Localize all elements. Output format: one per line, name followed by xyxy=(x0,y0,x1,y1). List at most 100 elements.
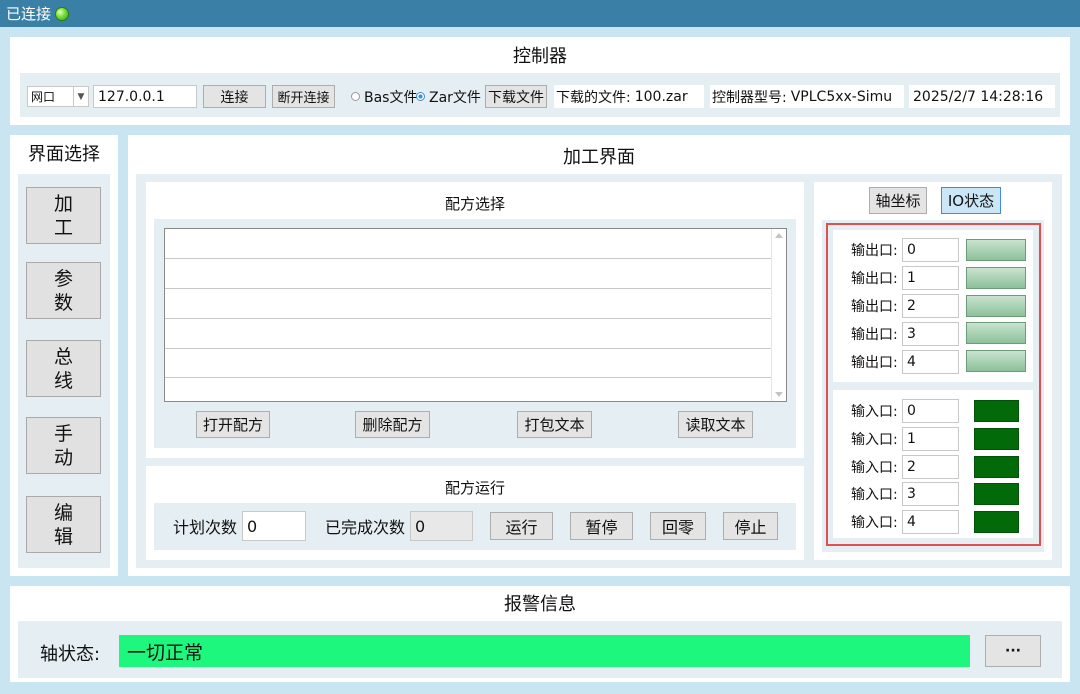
connection-led-icon xyxy=(55,6,70,21)
completed-count-label: 已完成次数 xyxy=(325,518,406,537)
controller-title: 控制器 xyxy=(513,46,567,67)
stop-button[interactable]: 停止 xyxy=(723,512,778,540)
output-label: 输出口: xyxy=(851,271,898,287)
sidebar-item-edit[interactable]: 编 辑 xyxy=(26,496,101,553)
completed-count-field: 0 xyxy=(410,511,473,541)
output-indicator xyxy=(966,350,1026,372)
input-indicator xyxy=(974,483,1019,505)
tab-axis-coords[interactable]: 轴坐标 xyxy=(869,187,927,214)
recipe-select-title: 配方选择 xyxy=(444,194,505,213)
tab-io-status[interactable]: IO状态 xyxy=(941,187,1001,214)
output-value: 0 xyxy=(902,238,959,262)
pack-text-button[interactable]: 打包文本 xyxy=(517,411,592,438)
radio-bas[interactable]: Bas文件 xyxy=(351,86,417,107)
sidebar-title: 界面选择 xyxy=(28,144,100,165)
chevron-down-icon[interactable]: ▼ xyxy=(73,87,88,106)
sidebar-item-bus[interactable]: 总 线 xyxy=(26,340,101,397)
radio-zar-label: Zar文件 xyxy=(429,89,481,106)
sidebar-item-process[interactable]: 加 工 xyxy=(26,187,101,244)
output-label: 输出口: xyxy=(851,243,898,259)
input-label: 输入口: xyxy=(851,487,898,503)
output-value: 4 xyxy=(902,350,959,374)
output-value: 3 xyxy=(902,322,959,346)
table-row-divider xyxy=(165,318,771,319)
recipe-run-title: 配方运行 xyxy=(444,478,505,497)
input-label: 输入口: xyxy=(851,460,898,476)
pause-button[interactable]: 暂停 xyxy=(570,512,633,540)
output-indicator xyxy=(966,322,1026,344)
planned-count-input[interactable]: 0 xyxy=(242,511,306,541)
radio-bas-icon[interactable] xyxy=(351,92,360,101)
table-row-divider xyxy=(165,288,771,289)
scroll-down-icon[interactable] xyxy=(775,392,783,397)
input-label: 输入口: xyxy=(851,432,898,448)
sidebar-item-label-1: 编 xyxy=(53,501,73,524)
input-indicator xyxy=(974,428,1019,450)
output-value: 2 xyxy=(902,294,959,318)
disconnect-button[interactable]: 断开连接 xyxy=(272,85,335,108)
sidebar-item-label-2: 数 xyxy=(53,291,73,314)
sidebar-item-label-2: 辑 xyxy=(53,525,73,548)
port-type-select[interactable]: 网口 ▼ xyxy=(27,86,89,107)
planned-count-label: 计划次数 xyxy=(173,518,238,537)
title-bar: 已连接 xyxy=(0,0,1080,27)
home-button[interactable]: 回零 xyxy=(650,512,706,540)
controller-model: 控制器型号: VPLC5xx-Simu xyxy=(710,85,904,108)
read-text-button[interactable]: 读取文本 xyxy=(678,411,753,438)
alarm-title: 报警信息 xyxy=(504,594,576,615)
output-indicator xyxy=(966,239,1026,261)
input-indicator xyxy=(974,456,1019,478)
sidebar-item-label-2: 动 xyxy=(53,446,73,469)
table-row-divider xyxy=(165,348,771,349)
controller-model-value: VPLC5xx-Simu xyxy=(790,88,893,105)
input-indicator xyxy=(974,511,1019,533)
table-row-divider xyxy=(165,258,771,259)
sidebar-item-label-2: 工 xyxy=(53,216,73,239)
input-value: 0 xyxy=(902,399,959,423)
port-type-value: 网口 xyxy=(31,90,56,104)
table-row-divider xyxy=(165,377,771,378)
output-label: 输出口: xyxy=(851,327,898,343)
run-button[interactable]: 运行 xyxy=(490,512,553,540)
axis-status-label: 轴状态: xyxy=(40,644,101,665)
controller-model-caption: 控制器型号: xyxy=(712,89,787,106)
more-button[interactable]: ··· xyxy=(985,635,1041,667)
table-scrollbar[interactable] xyxy=(771,229,786,401)
output-indicator xyxy=(966,295,1026,317)
output-label: 输出口: xyxy=(851,355,898,371)
controller-panel: 控制器 xyxy=(10,37,1070,125)
downloaded-file-caption: 下载的文件: xyxy=(556,89,631,106)
scroll-up-icon[interactable] xyxy=(775,233,783,238)
connect-button[interactable]: 连接 xyxy=(203,85,266,108)
input-value: 1 xyxy=(902,427,959,451)
input-label: 输入口: xyxy=(851,515,898,531)
connection-status: 已连接 xyxy=(6,5,52,23)
sidebar-item-label-1: 手 xyxy=(53,422,73,445)
ip-address-input[interactable]: 127.0.0.1 xyxy=(93,85,197,108)
sidebar-item-label-1: 加 xyxy=(53,192,73,215)
main-title: 加工界面 xyxy=(563,147,635,168)
output-label: 输出口: xyxy=(851,299,898,315)
download-file-button[interactable]: 下载文件 xyxy=(485,85,547,108)
radio-zar-icon[interactable] xyxy=(416,92,425,101)
recipe-table[interactable] xyxy=(164,228,787,402)
downloaded-file-value: 100.zar xyxy=(634,88,688,105)
output-indicator xyxy=(966,267,1026,289)
open-recipe-button[interactable]: 打开配方 xyxy=(196,411,270,438)
input-indicator xyxy=(974,400,1019,422)
downloaded-file-label: 下载的文件: 100.zar xyxy=(554,85,704,108)
radio-bas-label: Bas文件 xyxy=(364,89,418,106)
axis-status-value: 一切正常 xyxy=(119,635,970,667)
input-value: 4 xyxy=(902,510,959,534)
delete-recipe-button[interactable]: 删除配方 xyxy=(355,411,430,438)
datetime-display: 2025/2/7 14:28:16 xyxy=(909,85,1055,108)
sidebar-item-params[interactable]: 参 数 xyxy=(26,262,101,319)
sidebar-item-label-1: 总 xyxy=(53,345,73,368)
input-value: 2 xyxy=(902,455,959,479)
sidebar-item-manual[interactable]: 手 动 xyxy=(26,417,101,474)
radio-zar[interactable]: Zar文件 xyxy=(416,86,481,107)
output-value: 1 xyxy=(902,266,959,290)
sidebar-item-label-2: 线 xyxy=(53,369,73,392)
sidebar-item-label-1: 参 xyxy=(53,267,73,290)
input-label: 输入口: xyxy=(851,404,898,420)
